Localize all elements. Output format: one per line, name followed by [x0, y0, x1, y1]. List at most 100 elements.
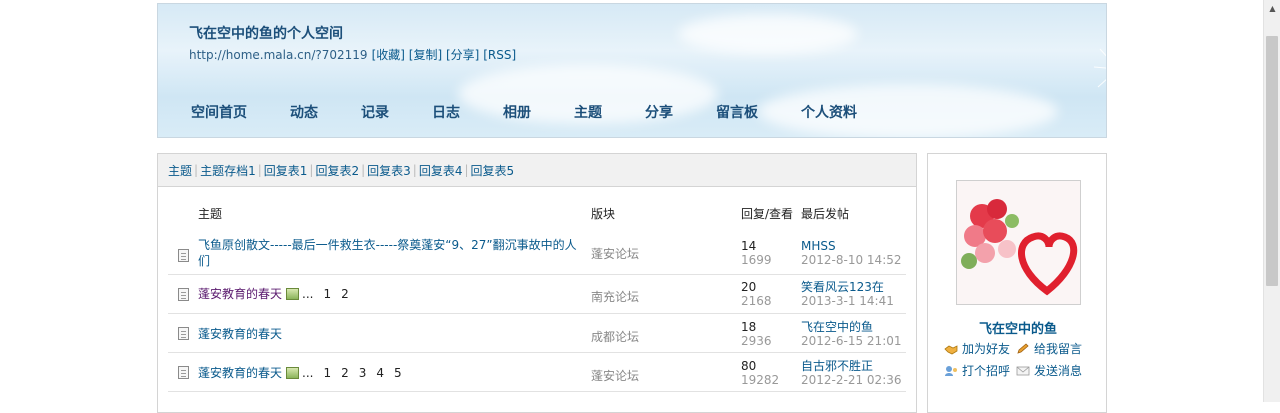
page-scrollbar[interactable]: ▲ — [1263, 0, 1280, 402]
last-post-time: 2012-8-10 14:52 — [801, 253, 902, 267]
column-replies-views: 回复/查看 — [741, 207, 794, 221]
image-attachment-icon — [286, 367, 300, 379]
page-link-3[interactable]: 3 — [359, 366, 367, 380]
last-post-user[interactable]: 笑看风云123在 — [801, 280, 894, 294]
image-attachment-icon — [286, 288, 300, 300]
tab-reply-list-5[interactable]: 回复表5 — [471, 162, 515, 179]
add-friend-label: 加为好友 — [962, 342, 1011, 356]
handshake-icon — [944, 345, 958, 355]
leave-message-link[interactable]: 给我留言 — [1016, 340, 1082, 357]
main-nav: 空间首页 动态 记录 日志 相册 主题 分享 留言板 个人资料 — [191, 102, 900, 122]
tab-reply-list-1[interactable]: 回复表1 — [264, 162, 308, 179]
scroll-thumb[interactable] — [1266, 36, 1278, 286]
topic-title-line: 蓬安教育的春天... 1 2 — [198, 286, 349, 302]
add-friend-link[interactable]: 加为好友 — [944, 340, 1010, 357]
envelope-icon — [1016, 366, 1030, 376]
topic-title[interactable]: 蓬安教育的春天 — [198, 366, 282, 380]
topics-tabs: 主题 | 主题存档1 | 回复表1 | 回复表2 | 回复表3 | 回复表4 | 回复表5 — [158, 154, 916, 187]
table-header: 主题 版块 回复/查看 最后发帖 — [158, 205, 916, 225]
heart-roses-image — [957, 181, 1080, 304]
view-count: 1699 — [741, 253, 772, 267]
topic-counts: 20 2168 — [741, 280, 772, 308]
last-post-time: 2012-2-21 02:36 — [801, 373, 902, 387]
page-link-4[interactable]: 4 — [376, 366, 384, 380]
document-icon — [178, 366, 189, 379]
topic-pages: ... 1 2 3 4 5 — [302, 366, 402, 380]
tab-topics[interactable]: 主题 — [168, 162, 192, 179]
document-icon — [178, 249, 189, 262]
page-link-1[interactable]: 1 — [323, 366, 331, 380]
leave-message-label: 给我留言 — [1034, 342, 1083, 356]
column-forum: 版块 — [591, 207, 616, 221]
page-ellipsis: ... — [302, 366, 314, 380]
say-hello-link[interactable]: 打个招呼 — [944, 362, 1010, 379]
last-post-user[interactable]: 自古邪不胜正 — [801, 359, 902, 373]
nav-records[interactable]: 记录 — [361, 102, 389, 122]
dandelion-seed-icon — [1093, 48, 1106, 88]
topic-title-line: 蓬安教育的春天... 1 2 3 4 5 — [198, 365, 402, 381]
page-ellipsis: ... — [302, 287, 314, 301]
tab-topic-archive-1[interactable]: 主题存档1 — [200, 162, 256, 179]
profile-name[interactable]: 飞在空中的鱼 — [928, 318, 1108, 337]
copy-link[interactable]: [复制] — [409, 48, 442, 62]
nav-share[interactable]: 分享 — [645, 102, 673, 122]
nav-album[interactable]: 相册 — [503, 102, 531, 122]
page-link-2[interactable]: 2 — [341, 287, 349, 301]
last-post: 自古邪不胜正 2012-2-21 02:36 — [801, 359, 902, 387]
last-post-time: 2013-3-1 14:41 — [801, 294, 894, 308]
topic-title[interactable]: 蓬安教育的春天 — [198, 287, 282, 301]
last-post-user[interactable]: MHSS — [801, 239, 902, 253]
send-message-link[interactable]: 发送消息 — [1016, 362, 1082, 379]
site-title: 飞在空中的鱼的个人空间 — [189, 26, 343, 42]
nav-guestbook[interactable]: 留言板 — [716, 102, 758, 122]
nav-blog[interactable]: 日志 — [432, 102, 460, 122]
avatar[interactable] — [956, 180, 1081, 305]
site-url-bar: http://home.mala.cn/?702119 [收藏] [复制] [分享… — [189, 46, 516, 63]
bookmark-link[interactable]: [收藏] — [372, 48, 405, 62]
topic-counts: 80 19282 — [741, 359, 779, 387]
nav-home[interactable]: 空间首页 — [191, 102, 247, 122]
space-header-banner: 飞在空中的鱼的个人空间 http://home.mala.cn/?702119 [… — [157, 3, 1107, 138]
table-row: 蓬安教育的春天... 1 2 南充论坛 20 2168 笑看风云123在 2013-… — [168, 275, 906, 314]
reply-count: 80 — [741, 359, 757, 373]
table-row: 蓬安教育的春天 成都论坛 18 2936 飞在空中的鱼 2012-6-15 21… — [168, 314, 906, 353]
last-post: MHSS 2012-8-10 14:52 — [801, 239, 902, 267]
last-post-user[interactable]: 飞在空中的鱼 — [801, 320, 902, 334]
page-link-5[interactable]: 5 — [394, 366, 402, 380]
topic-forum[interactable]: 蓬安论坛 — [591, 245, 639, 262]
topic-pages: ... 1 2 — [302, 287, 349, 301]
tab-reply-list-2[interactable]: 回复表2 — [315, 162, 359, 179]
banner-cloud — [678, 14, 858, 54]
topics-panel: 主题 | 主题存档1 | 回复表1 | 回复表2 | 回复表3 | 回复表4 | 回复表5 … — [157, 153, 917, 413]
scroll-up-arrow-icon[interactable]: ▲ — [1264, 0, 1280, 17]
topic-title[interactable]: 飞鱼原创散文-----最后一件救生衣-----祭奠蓬安“9、27”翻沉事故中的人… — [198, 237, 578, 269]
topic-forum[interactable]: 南充论坛 — [591, 288, 639, 305]
nav-feed[interactable]: 动态 — [290, 102, 318, 122]
view-count: 2936 — [741, 334, 772, 348]
topic-forum[interactable]: 蓬安论坛 — [591, 367, 639, 384]
page-link-2[interactable]: 2 — [341, 366, 349, 380]
site-url[interactable]: http://home.mala.cn/?702119 — [189, 48, 368, 62]
reply-count: 20 — [741, 280, 757, 294]
column-topic: 主题 — [198, 207, 223, 221]
table-row: 飞鱼原创散文-----最后一件救生衣-----祭奠蓬安“9、27”翻沉事故中的人… — [168, 236, 906, 275]
view-count: 19282 — [741, 373, 780, 387]
tab-reply-list-4[interactable]: 回复表4 — [419, 162, 463, 179]
topic-title[interactable]: 蓬安教育的春天 — [198, 326, 282, 342]
column-last-post: 最后发帖 — [801, 207, 850, 221]
tab-reply-list-3[interactable]: 回复表3 — [367, 162, 411, 179]
topic-counts: 18 2936 — [741, 320, 772, 348]
nav-topics[interactable]: 主题 — [574, 102, 602, 122]
pencil-icon — [1017, 343, 1029, 354]
page-link-1[interactable]: 1 — [323, 287, 331, 301]
document-icon — [178, 327, 189, 340]
reply-count: 18 — [741, 320, 757, 334]
view-count: 2168 — [741, 294, 772, 308]
share-link[interactable]: [分享] — [446, 48, 479, 62]
profile-panel: 飞在空中的鱼 加为好友 给我留言 打个招呼 发送消息 — [927, 153, 1107, 413]
nav-profile[interactable]: 个人资料 — [801, 102, 857, 122]
rss-link[interactable]: [RSS] — [483, 48, 516, 62]
last-post-time: 2012-6-15 21:01 — [801, 334, 902, 348]
tab-separator: | — [464, 163, 469, 177]
topic-forum[interactable]: 成都论坛 — [591, 328, 639, 345]
